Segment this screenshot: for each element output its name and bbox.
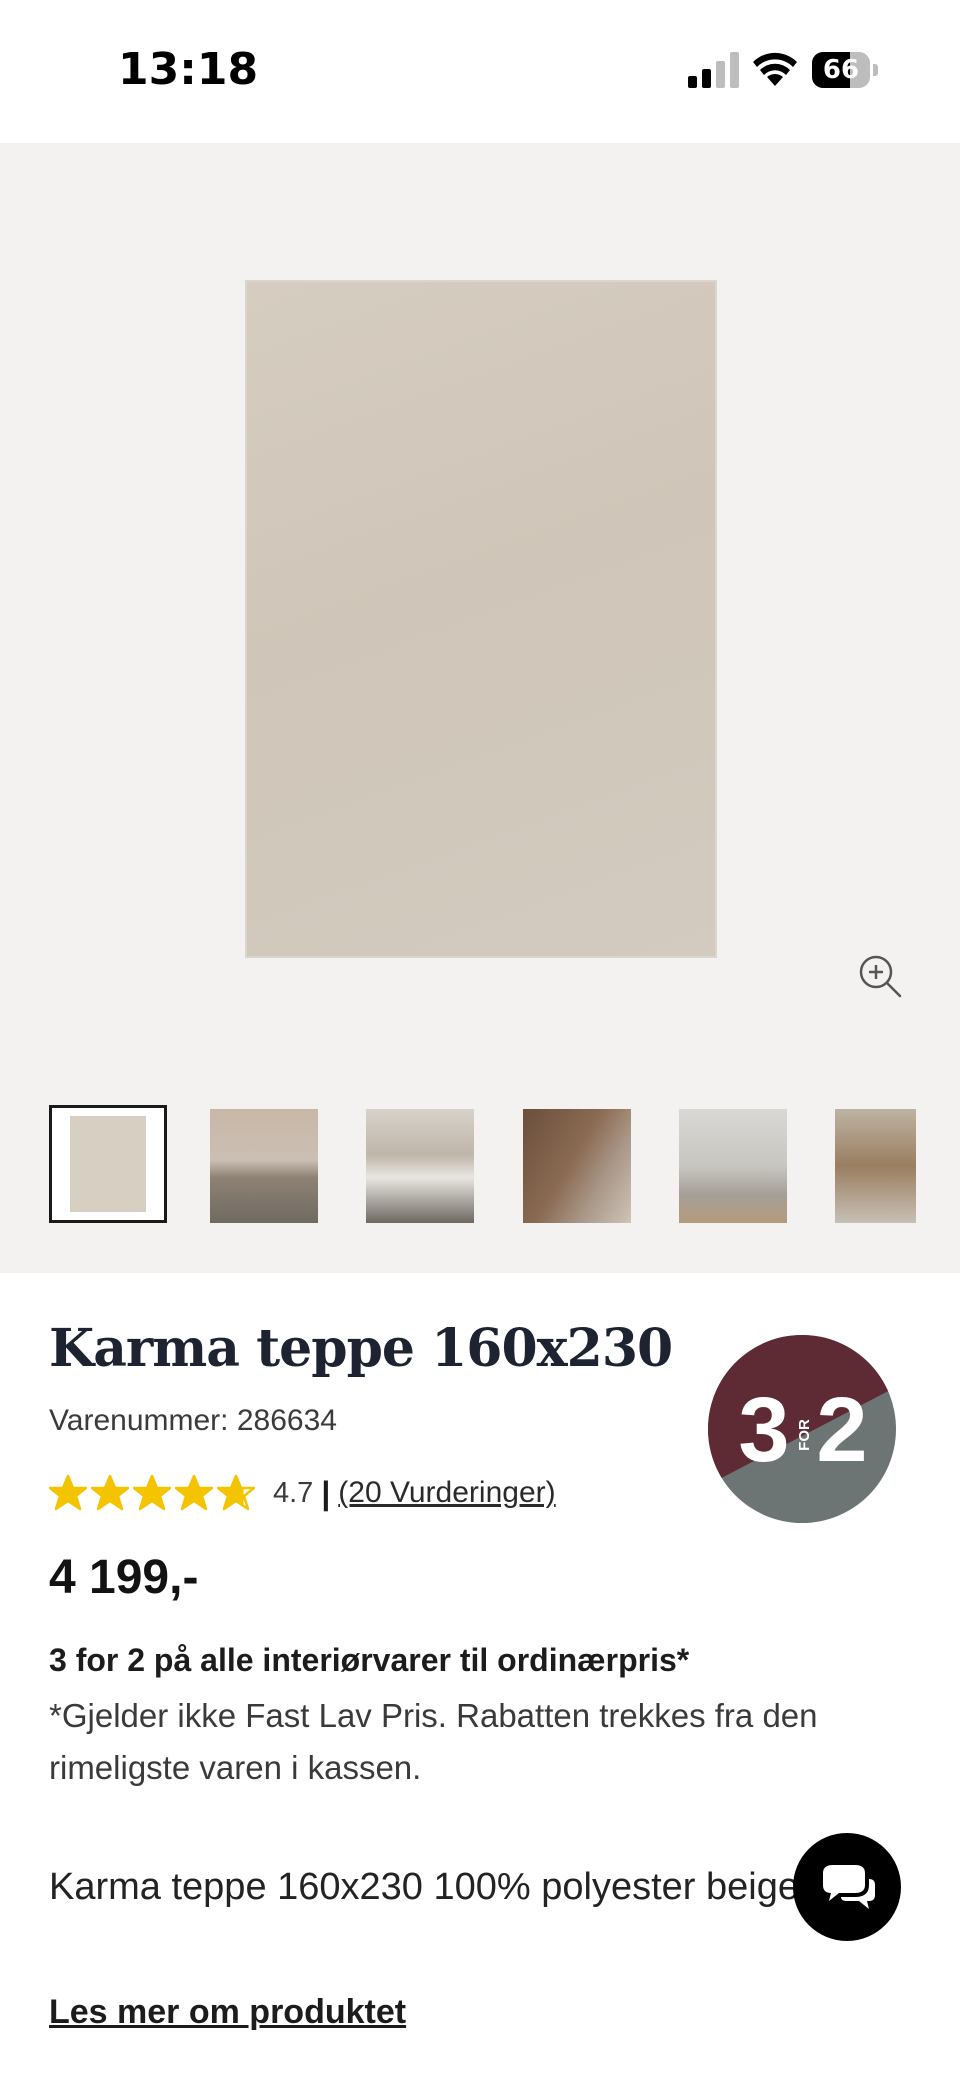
read-more-link[interactable]: Les mer om produktet	[49, 1993, 406, 2032]
thumbnail-bedroom[interactable]	[210, 1109, 318, 1223]
reviews-link[interactable]: (20 Vurderinger)	[338, 1476, 555, 1510]
rating-separator: |	[321, 1474, 331, 1511]
star-icon	[49, 1474, 87, 1511]
badge-number-three: 3	[738, 1379, 789, 1481]
badge-for-label: FOR	[796, 1419, 813, 1451]
chat-icon	[823, 1865, 875, 1909]
product-rating: 4.7 | (20 Vurderinger)	[49, 1472, 556, 1514]
zoom-in-icon[interactable]	[856, 952, 904, 1000]
thumbnail-living-room-sofa[interactable]	[679, 1109, 787, 1223]
product-image[interactable]	[245, 280, 717, 958]
chat-button[interactable]	[793, 1833, 901, 1941]
star-rating	[49, 1474, 255, 1512]
battery-icon: 66	[812, 52, 878, 88]
badge-number-two: 2	[816, 1379, 867, 1481]
promo-note: *Gjelder ikke Fast Lav Pris. Rabatten tr…	[49, 1697, 818, 1786]
thumbnail-rug-corner[interactable]	[523, 1109, 631, 1223]
battery-level: 66	[822, 55, 860, 85]
product-title: Karma teppe 160x230	[49, 1318, 673, 1379]
three-for-two-badge: 3 FOR 2	[708, 1335, 896, 1523]
product-sku: Varenummer: 286634	[49, 1404, 337, 1437]
thumbnail-living-room-table[interactable]	[366, 1109, 474, 1223]
star-icon	[91, 1474, 129, 1511]
product-price: 4 199,-	[49, 1551, 199, 1604]
thumbnail-strip	[0, 1105, 960, 1223]
status-bar: 13:18 66	[0, 0, 960, 143]
product-description: Karma teppe 160x230 100% polyester beige…	[49, 1866, 878, 1908]
cellular-signal-icon	[688, 52, 739, 88]
wifi-icon	[753, 52, 797, 86]
promo-title: 3 for 2 på alle interiørvarer til ordinæ…	[49, 1642, 690, 1678]
star-icon	[133, 1474, 171, 1511]
rating-value: 4.7	[273, 1476, 314, 1509]
status-time: 13:18	[118, 44, 259, 95]
thumbnail-living-room-coffee-table[interactable]	[835, 1109, 916, 1223]
star-icon	[217, 1474, 255, 1511]
thumbnail-rug[interactable]	[49, 1105, 167, 1223]
star-icon	[175, 1474, 213, 1511]
